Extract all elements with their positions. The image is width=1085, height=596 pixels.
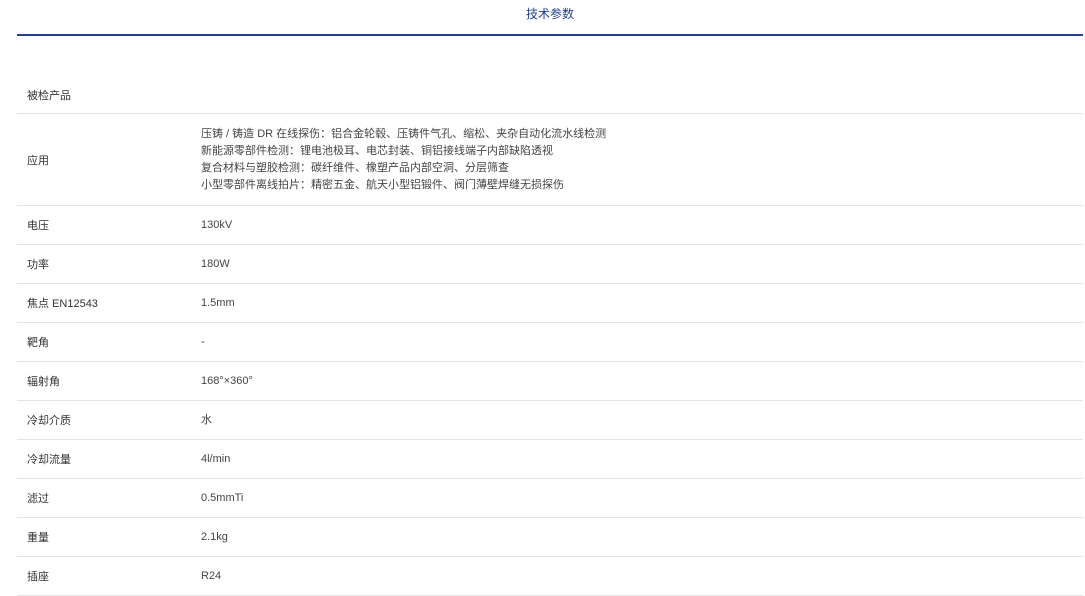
application-line: 新能源零部件检测：锂电池极耳、电芯封装、铜铝接线端子内部缺陷透视 xyxy=(201,144,553,157)
spec-label: 电压 xyxy=(27,220,49,232)
spec-value: 2.1kg xyxy=(201,530,228,543)
spec-row-socket: 插座 R24 xyxy=(17,557,1083,596)
spec-value-application: 压铸 / 铸造 DR 在线探伤：铝合金轮毂、压铸件气孔、缩松、夹杂自动化流水线检… xyxy=(201,126,1083,194)
tab-bar: 技术参数 xyxy=(17,0,1083,36)
spec-value: 130kV xyxy=(201,218,233,231)
spec-value: R24 xyxy=(201,569,222,582)
spec-row-focal-spot: 焦点 EN12543 1.5mm xyxy=(17,284,1083,323)
spec-label: 被检产品 xyxy=(27,89,71,102)
spec-value: 水 xyxy=(201,413,212,426)
spec-row-filtration: 滤过 0.5mmTi xyxy=(17,479,1083,518)
spec-label: 应用 xyxy=(27,154,49,167)
spec-value: 0.5mmTi xyxy=(201,491,244,504)
spec-label: 靶角 xyxy=(27,337,49,349)
spec-value: 180W xyxy=(201,257,230,270)
spec-label: 滤过 xyxy=(27,493,49,505)
spec-label: 冷却介质 xyxy=(27,415,71,427)
spec-value: - xyxy=(201,335,205,348)
spec-row-radiation-angle: 辐射角 168°×360° xyxy=(17,362,1083,401)
spec-value: 1.5mm xyxy=(201,296,235,309)
spec-row-cooling-medium: 冷却介质 水 xyxy=(17,401,1083,440)
spec-row-cooling-flow: 冷却流量 4l/min xyxy=(17,440,1083,479)
tab-technical-params[interactable]: 技术参数 xyxy=(17,7,1083,21)
application-line: 小型零部件离线拍片：精密五金、航天小型铝锻件、阀门薄壁焊缝无损探伤 xyxy=(201,178,564,191)
spec-value: 168°×360° xyxy=(201,374,253,387)
spec-row-voltage: 电压 130kV xyxy=(17,206,1083,245)
spec-label: 功率 xyxy=(27,259,49,271)
spec-table: 被检产品 应用 压铸 / 铸造 DR 在线探伤：铝合金轮毂、压铸件气孔、缩松、夹… xyxy=(17,76,1083,596)
application-line: 复合材料与塑胶检测：碳纤维件、橡塑产品内部空洞、分层筛查 xyxy=(201,161,509,174)
spec-row-power: 功率 180W xyxy=(17,245,1083,284)
spec-row-product: 被检产品 xyxy=(17,76,1083,114)
spec-row-application: 应用 压铸 / 铸造 DR 在线探伤：铝合金轮毂、压铸件气孔、缩松、夹杂自动化流… xyxy=(17,114,1083,206)
application-line: 压铸 / 铸造 DR 在线探伤：铝合金轮毂、压铸件气孔、缩松、夹杂自动化流水线检… xyxy=(201,127,607,140)
spec-label: 焦点 EN12543 xyxy=(27,298,98,310)
spec-label: 插座 xyxy=(27,571,49,583)
spec-row-weight: 重量 2.1kg xyxy=(17,518,1083,557)
spec-label: 冷却流量 xyxy=(27,454,71,466)
spec-row-target-angle: 靶角 - xyxy=(17,323,1083,362)
spec-value: 4l/min xyxy=(201,452,231,465)
spec-label: 重量 xyxy=(27,532,49,544)
spec-label: 辐射角 xyxy=(27,376,60,388)
